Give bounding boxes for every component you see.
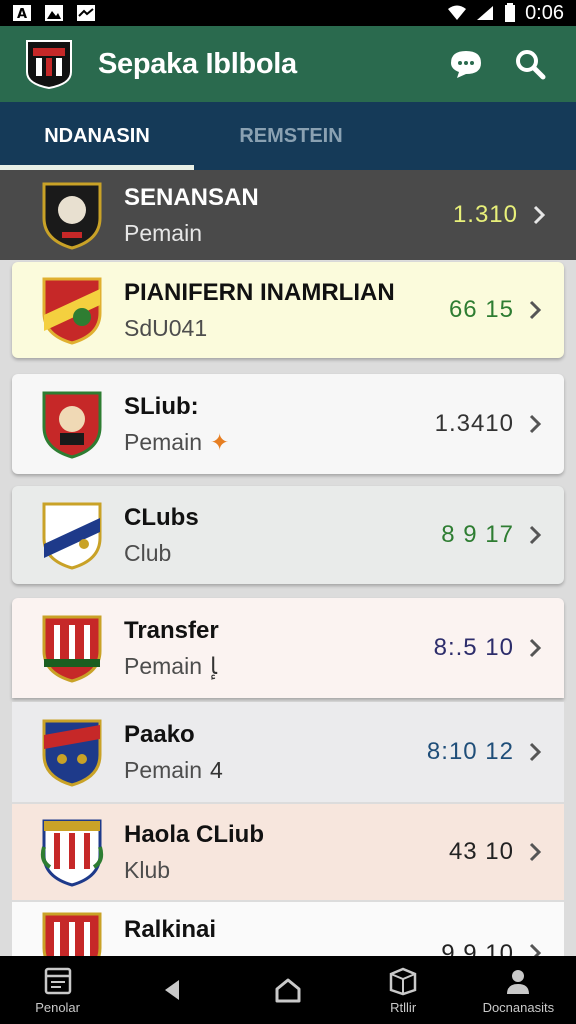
row-subtitle: Pemain ﺈ (124, 652, 217, 679)
tab-remstein[interactable]: REMSTEIN (194, 102, 388, 170)
chevron-right-icon (529, 943, 542, 956)
box-icon (389, 967, 417, 995)
row-score: 1.3410 (434, 410, 514, 437)
search-button[interactable] (508, 42, 552, 86)
club-crest-icon (42, 912, 102, 956)
row-subtitle: Club (124, 539, 172, 566)
chevron-right-icon (529, 414, 542, 434)
row-score: 9.9 10 (441, 940, 514, 956)
nav-back[interactable] (118, 975, 228, 1005)
row-subtitle: Pemain 4 (124, 756, 223, 783)
gallery-icon (45, 5, 63, 21)
list-item[interactable]: Haola CLiub Klub 43 10 (12, 804, 564, 900)
nav-label: Penolar (35, 999, 80, 1015)
row-subtitle: Pemain (124, 219, 202, 246)
row-title: SENANSAN (124, 183, 259, 211)
row-score: 43 10 (448, 838, 514, 865)
nav-rtllir[interactable]: Rtllir (348, 966, 458, 1015)
app-bar: Sepaka Iblbola (0, 26, 576, 102)
list-item[interactable]: SENANSAN Pemain 1.310 (0, 170, 576, 260)
tab-ndanasin[interactable]: NDANASIN (0, 102, 194, 170)
row-score: 1.310 (452, 201, 518, 228)
club-crest-icon (42, 391, 102, 459)
chevron-right-icon (529, 638, 542, 658)
row-title: Ralkinai (124, 916, 217, 943)
chevron-right-icon (529, 525, 542, 545)
app-logo (26, 40, 72, 90)
row-score: 8:.5 10 (433, 634, 514, 661)
row-title: Paako (124, 720, 195, 748)
row-score: 66 15 (448, 296, 514, 323)
tab-bar: NDANASIN REMSTEIN (0, 102, 576, 170)
row-title: CLubs (124, 503, 199, 531)
row-badge: 4 (209, 756, 223, 783)
chat-button[interactable] (444, 42, 488, 86)
nav-label: Rtllir (390, 999, 417, 1015)
profile-icon (507, 969, 530, 994)
status-bar: A 0:06 (0, 0, 576, 26)
list-item[interactable]: SLiub: Pemain ✦ 1.3410 (12, 374, 564, 474)
row-score: 8 9 17 (441, 521, 514, 548)
club-crest-icon (40, 819, 104, 887)
club-crest-icon (42, 502, 102, 570)
search-icon (516, 50, 546, 80)
row-title: SLiub: (124, 392, 199, 420)
trending-icon (77, 5, 95, 21)
font-icon: A (13, 5, 31, 22)
row-subtitle: Pemain ✦ (124, 428, 230, 455)
svg-text:A: A (17, 7, 27, 22)
chat-icon (451, 51, 481, 78)
row-badge: ﺈ (209, 652, 217, 679)
list-item[interactable]: Ralkinai 9.9 10 (12, 902, 564, 956)
battery-icon (505, 3, 516, 22)
app-title: Sepaka Iblbola (98, 47, 297, 80)
nav-docnanasits[interactable]: Docnanasits (463, 966, 573, 1015)
signal-icon (477, 6, 494, 20)
club-crest-icon (42, 277, 102, 345)
nav-penolar[interactable]: Penolar (3, 966, 113, 1015)
chevron-right-icon (533, 205, 546, 225)
row-title: PIANIFERN INAMRLIAN (124, 278, 395, 306)
status-time: 0:06 (525, 1, 564, 24)
chevron-right-icon (529, 300, 542, 320)
home-icon (275, 978, 301, 1003)
row-subtitle: SdU041 (124, 314, 208, 341)
club-crest-icon (42, 182, 102, 250)
chevron-right-icon (529, 742, 542, 762)
list-item[interactable]: CLubs Club 8 9 17 (12, 486, 564, 584)
back-icon (164, 980, 179, 1000)
row-score: 8:10 12 (426, 738, 514, 765)
row-title: Transfer (124, 616, 219, 644)
list-item[interactable]: Paako Pemain 4 8:10 12 (12, 702, 564, 802)
club-crest-icon (42, 719, 102, 787)
nav-label: Docnanasits (482, 999, 555, 1015)
row-subtitle: Klub (124, 856, 171, 883)
list-item[interactable]: PIANIFERN INAMRLIAN SdU041 66 15 (12, 262, 564, 358)
nav-home[interactable] (233, 975, 343, 1005)
row-title: Haola CLiub (124, 820, 265, 848)
bottom-nav: Penolar Rtllir Docnanasits (0, 956, 576, 1024)
list-item[interactable]: Transfer Pemain ﺈ 8:.5 10 (12, 598, 564, 698)
wifi-icon (448, 5, 467, 20)
row-badge: ✦ (209, 428, 230, 455)
news-icon (44, 967, 71, 994)
club-list: SENANSAN Pemain 1.310 PIANIFERN INAMRLIA… (0, 170, 576, 956)
chevron-right-icon (529, 842, 542, 862)
club-crest-icon (42, 615, 102, 683)
